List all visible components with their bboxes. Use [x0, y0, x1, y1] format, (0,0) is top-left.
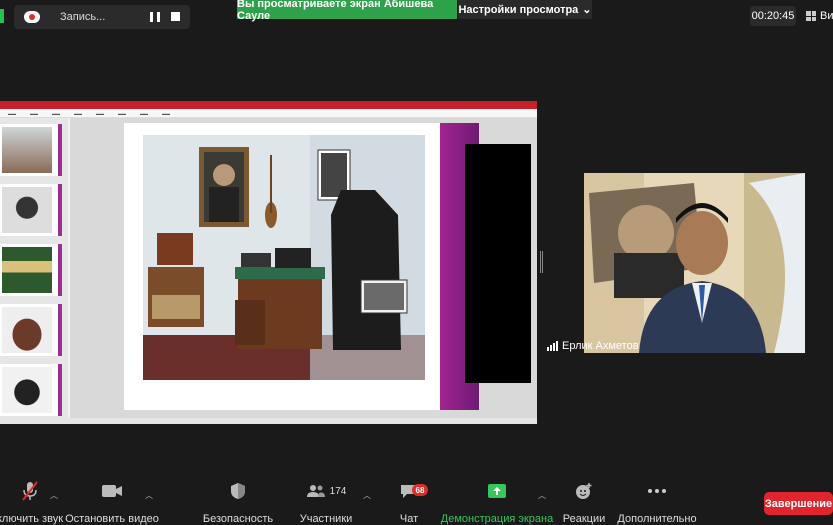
view-button-label: Ви	[820, 10, 833, 22]
participants-count: 174	[329, 485, 347, 497]
video-camera-icon	[101, 478, 123, 504]
participants-button[interactable]: 174 Участники	[298, 478, 354, 525]
participants-options-icon[interactable]: ︿	[363, 490, 371, 501]
slide-thumbnail[interactable]	[0, 304, 62, 356]
reactions-button[interactable]: Реакции	[562, 478, 606, 525]
chevron-down-icon: ⌄	[582, 4, 592, 16]
record-icon	[24, 11, 40, 23]
ppt-status-bar	[0, 418, 537, 424]
split-divider[interactable]	[540, 251, 543, 273]
unmute-label: ключить звук	[0, 513, 64, 525]
grid-view-icon	[806, 11, 816, 21]
participant-name-tag: Ерлик Ахметов	[547, 339, 639, 353]
shared-screen[interactable]: ▬▬ ▬▬ ▬▬ ▬▬ ▬▬ ▬▬ ▬▬ ▬▬	[0, 101, 537, 424]
more-button[interactable]: Дополнительно	[617, 478, 697, 525]
share-screen-button[interactable]: Демонстрация экрана	[440, 478, 554, 525]
slide-thumbnail[interactable]	[0, 184, 62, 236]
participant-name: Ерлик Ахметов	[562, 340, 639, 352]
slide-thumbnail[interactable]	[0, 124, 62, 176]
smiley-icon	[574, 478, 594, 504]
audio-options-icon[interactable]: ︿	[50, 490, 58, 501]
share-screen-label: Демонстрация экрана	[440, 513, 554, 525]
shield-icon	[230, 478, 246, 504]
video-options-icon[interactable]: ︿	[145, 490, 153, 501]
museum-photo	[143, 135, 425, 380]
pause-icon[interactable]	[150, 12, 160, 22]
security-label: Безопасность	[202, 513, 274, 525]
view-settings-label: Настройки просмотра	[458, 3, 579, 16]
sharing-banner: Вы просматриваете экран Абишева Сауле	[237, 0, 457, 22]
slide-thumbnail[interactable]	[0, 244, 62, 296]
stop-video-label: Остановить видео	[65, 513, 159, 525]
participant-video[interactable]	[584, 173, 805, 353]
slide-thumbnails[interactable]	[0, 118, 68, 418]
ppt-ribbon: ▬▬ ▬▬ ▬▬ ▬▬ ▬▬ ▬▬ ▬▬ ▬▬	[0, 109, 537, 118]
chat-label: Чат	[399, 513, 419, 525]
ppt-title-bar	[0, 101, 537, 109]
stop-video-button[interactable]: Остановить видео	[65, 478, 159, 525]
slide-thumbnail[interactable]	[0, 364, 62, 416]
slide	[124, 123, 479, 410]
recording-control[interactable]: Запись...	[14, 5, 190, 29]
stop-icon[interactable]	[171, 12, 180, 21]
reactions-label: Реакции	[562, 513, 606, 525]
recording-label: Запись...	[60, 11, 106, 23]
blank-video-tile	[465, 144, 531, 383]
share-options-icon[interactable]: ︿	[538, 490, 546, 501]
security-button[interactable]: Безопасность	[202, 478, 274, 525]
muted-mic-icon	[20, 478, 40, 504]
chat-unread-badge: 68	[412, 484, 428, 496]
meeting-status-indicator	[0, 9, 4, 23]
unmute-button[interactable]: ключить звук	[0, 478, 64, 525]
end-meeting-button[interactable]: Завершение	[764, 492, 833, 515]
participants-icon	[306, 485, 325, 497]
share-screen-icon	[487, 478, 507, 504]
more-dots-icon	[648, 478, 666, 504]
view-button[interactable]: Ви	[806, 6, 833, 26]
view-settings-button[interactable]: Настройки просмотра ⌄	[458, 0, 592, 19]
signal-bars-icon	[547, 341, 558, 351]
meeting-timer: 00:20:45	[750, 6, 796, 26]
participants-label: Участники	[299, 513, 353, 525]
more-label: Дополнительно	[617, 513, 697, 525]
